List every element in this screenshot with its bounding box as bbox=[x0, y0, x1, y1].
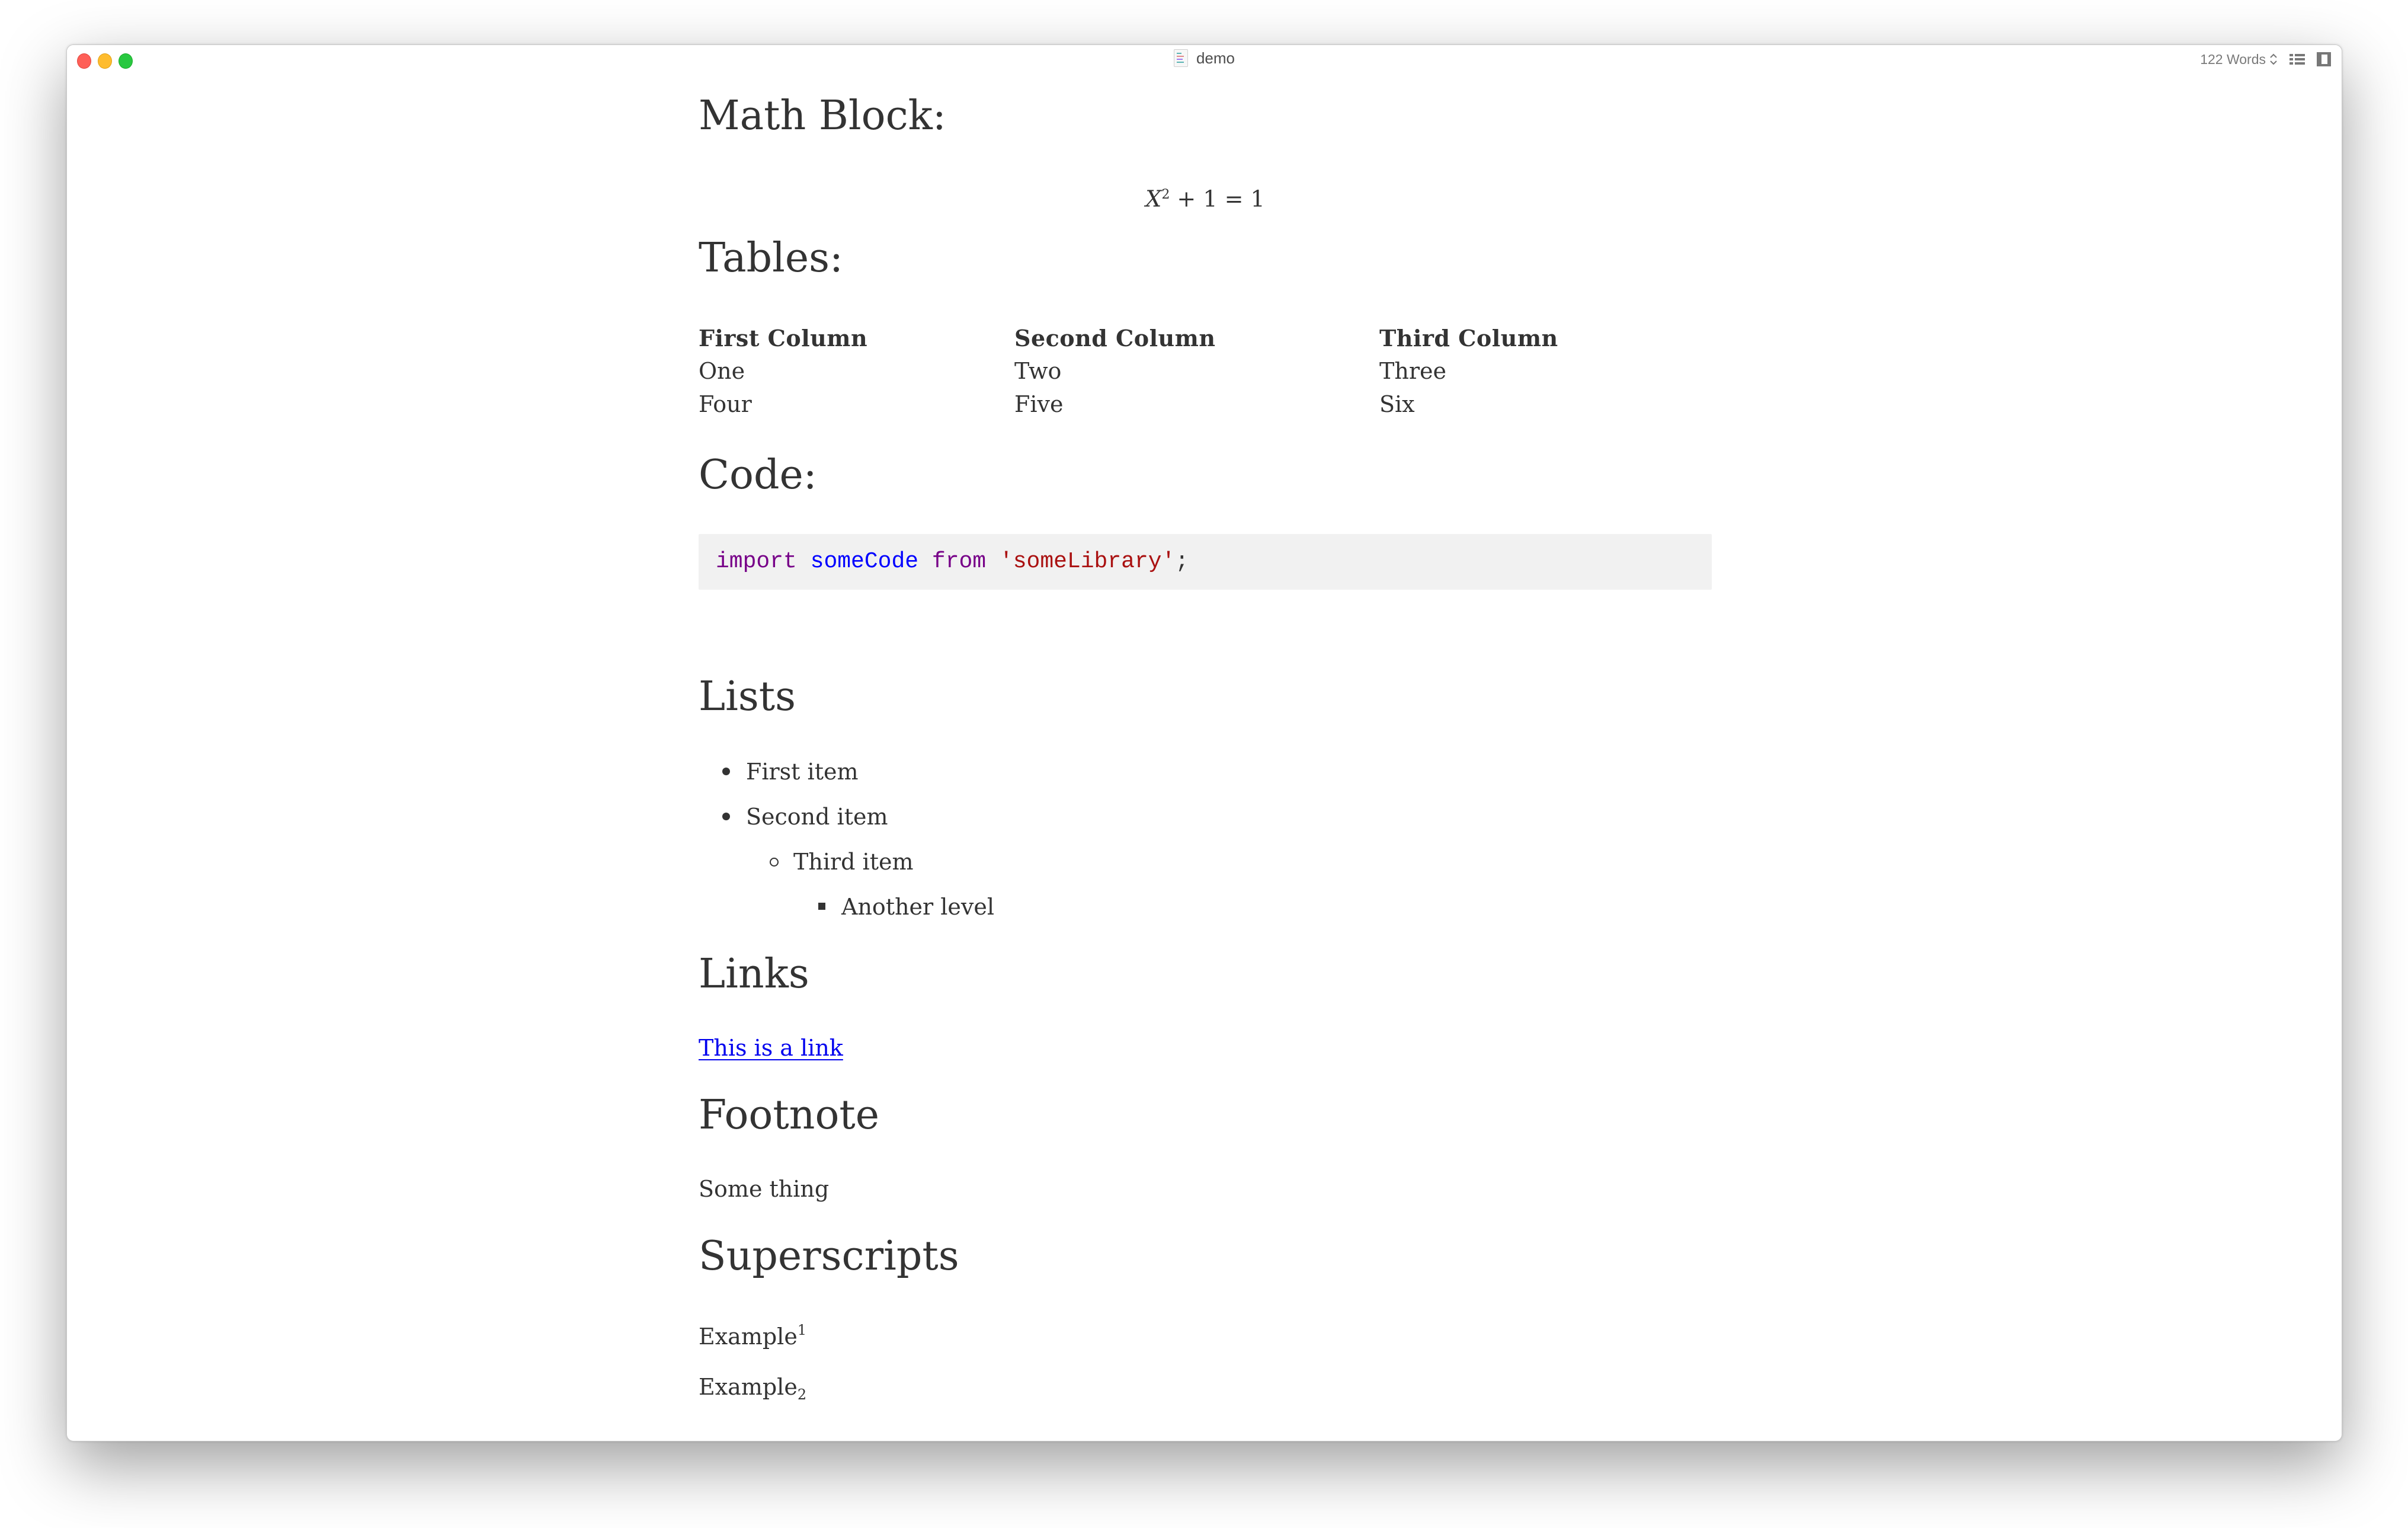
title-bar[interactable]: demo 122 Words bbox=[67, 45, 2342, 71]
data-table: First Column Second Column Third Column … bbox=[699, 321, 1616, 421]
table-cell: Five bbox=[1014, 391, 1064, 417]
bullet-circle-icon bbox=[770, 858, 779, 867]
heading-footnote: Footnote bbox=[699, 1092, 879, 1139]
table-header-cell: Second Column bbox=[1014, 324, 1216, 351]
table-header-row: First Column Second Column Third Column bbox=[699, 321, 1616, 354]
subscript-base: Example bbox=[699, 1374, 798, 1400]
outline-list-icon[interactable] bbox=[2289, 53, 2305, 65]
list-item-text: First item bbox=[746, 759, 859, 785]
list-item: First item bbox=[699, 749, 994, 794]
heading-math-block: Math Block: bbox=[699, 92, 946, 139]
table-cell: Four bbox=[699, 391, 752, 417]
heading-links: Links bbox=[699, 951, 809, 998]
link-paragraph: This is a link bbox=[699, 1034, 843, 1062]
heading-tables: Tables: bbox=[699, 235, 843, 282]
heading-code: Code: bbox=[699, 452, 817, 498]
math-rest: + 1 = 1 bbox=[1170, 186, 1265, 212]
code-token-keyword: import bbox=[716, 549, 797, 574]
table-cell: Six bbox=[1379, 391, 1415, 417]
editor-window: demo 122 Words Math Block: X2 + 1 = 1 Ta… bbox=[66, 44, 2342, 1441]
bullet-list: First item Second item Third item Anothe… bbox=[699, 749, 994, 929]
table-header-cell: First Column bbox=[699, 324, 868, 351]
list-item: Third item bbox=[699, 839, 994, 884]
list-item-text: Third item bbox=[793, 849, 914, 875]
subscript-example: Example2 bbox=[699, 1373, 806, 1409]
math-block: X2 + 1 = 1 bbox=[699, 181, 1712, 213]
superscript-example: Example1 bbox=[699, 1316, 806, 1351]
title-toolbar: 122 Words bbox=[2200, 50, 2331, 68]
code-token-string: 'someLibrary' bbox=[999, 549, 1176, 574]
code-block[interactable]: import someCode from 'someLibrary'; bbox=[699, 534, 1712, 590]
list-item: Another level bbox=[699, 884, 994, 929]
heading-lists: Lists bbox=[699, 673, 796, 720]
list-item-text: Second item bbox=[746, 804, 888, 830]
document-icon bbox=[1173, 49, 1188, 67]
math-base: X bbox=[1145, 186, 1162, 212]
sidebar-toggle-icon[interactable] bbox=[2317, 52, 2331, 66]
subscript-mark: 2 bbox=[797, 1386, 807, 1403]
table-cell: Two bbox=[1014, 358, 1062, 384]
bullet-disc-icon bbox=[722, 813, 730, 820]
table-cell: Three bbox=[1379, 358, 1446, 384]
code-token-keyword: from bbox=[931, 549, 987, 574]
word-count-button[interactable]: 122 Words bbox=[2200, 52, 2278, 68]
bullet-square-icon bbox=[818, 903, 825, 910]
window-title: demo bbox=[67, 49, 2342, 67]
footnote-text: Some thing bbox=[699, 1176, 830, 1202]
table-row: One Two Three bbox=[699, 354, 1616, 388]
code-token-punctuation: ; bbox=[1175, 549, 1189, 574]
math-exponent: 2 bbox=[1161, 187, 1170, 202]
table-row: Four Five Six bbox=[699, 388, 1616, 421]
heading-superscripts: Superscripts bbox=[699, 1233, 959, 1280]
list-item: Second item bbox=[699, 794, 994, 839]
word-count-label: 122 Words bbox=[2200, 51, 2266, 67]
bullet-disc-icon bbox=[722, 768, 730, 775]
table-cell: One bbox=[699, 358, 745, 384]
list-item-text: Another level bbox=[841, 894, 995, 920]
superscript-base: Example bbox=[699, 1324, 798, 1350]
hyperlink[interactable]: This is a link bbox=[699, 1035, 843, 1061]
window-title-text: demo bbox=[1196, 49, 1235, 67]
superscript-mark: 1 bbox=[797, 1322, 807, 1338]
chevron-up-down-icon bbox=[2269, 53, 2278, 66]
code-token-def: someCode bbox=[810, 549, 919, 574]
table-header-cell: Third Column bbox=[1379, 324, 1558, 351]
